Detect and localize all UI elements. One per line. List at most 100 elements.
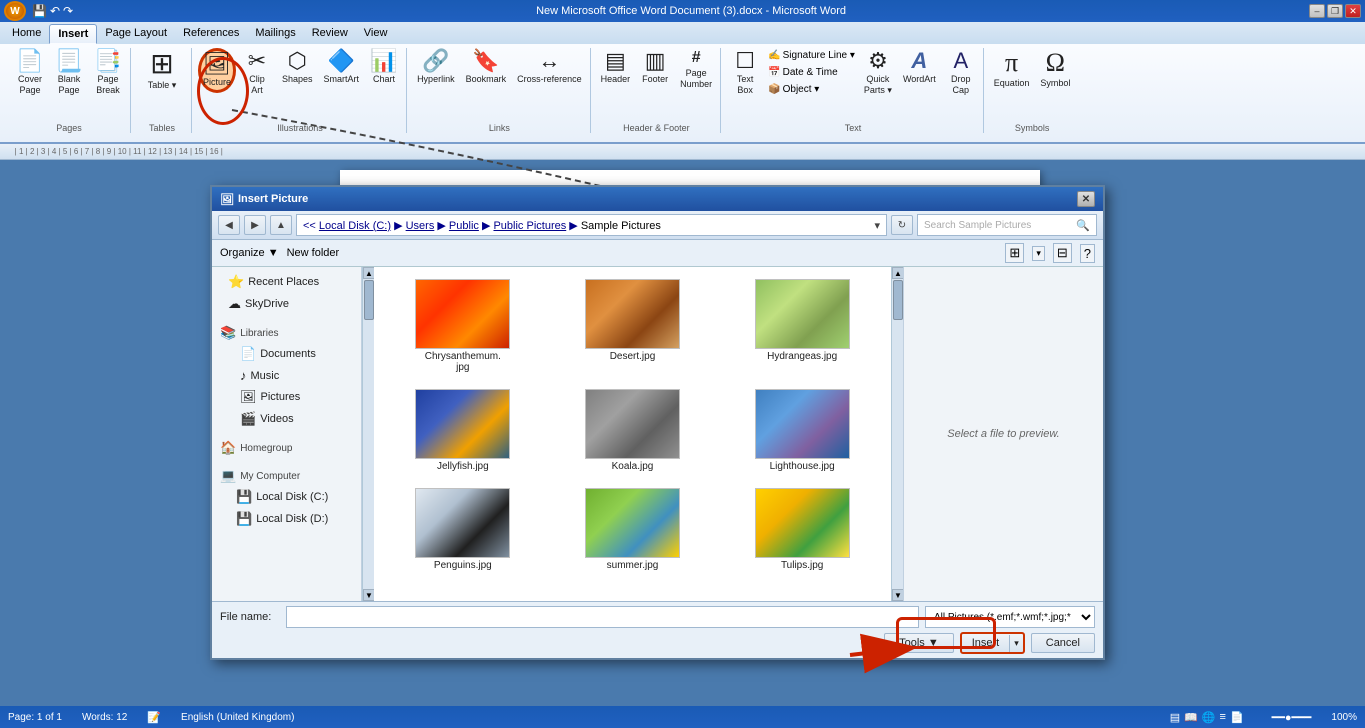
footer-button[interactable]: ▥ Footer — [637, 48, 673, 87]
view-dropdown-button[interactable]: ▾ — [1032, 246, 1045, 261]
symbol-button[interactable]: Ω Symbol — [1036, 48, 1074, 91]
smartart-button[interactable]: 🔷 SmartArt — [320, 48, 364, 87]
refresh-button[interactable]: ↻ — [891, 215, 913, 235]
sidebar-scrollbar[interactable]: ▲ ▼ — [362, 267, 374, 601]
header-button[interactable]: ▤ Header — [597, 48, 635, 87]
cancel-button[interactable]: Cancel — [1031, 633, 1095, 653]
shapes-icon: ⬡ — [288, 50, 307, 72]
forward-button[interactable]: ▶ — [244, 215, 266, 235]
sidebar-recent-places[interactable]: ⭐ Recent Places — [212, 271, 361, 293]
sidebar-libraries[interactable]: 📚 Libraries — [212, 321, 361, 343]
equation-button[interactable]: π Equation — [990, 48, 1034, 91]
file-summer[interactable]: summer.jpg — [552, 484, 714, 575]
help-button[interactable]: ? — [1080, 244, 1095, 263]
signature-line-button[interactable]: ✍ Signature Line ▾ — [766, 48, 857, 63]
outline-button[interactable]: ≡ — [1220, 711, 1226, 724]
view-toggle-button[interactable]: ⊞ — [1005, 243, 1024, 263]
page-number-button[interactable]: # PageNumber — [676, 48, 716, 92]
object-button[interactable]: 📦 Object ▾ — [766, 82, 857, 97]
close-button[interactable]: ✕ — [1345, 4, 1361, 18]
file-koala[interactable]: Koala.jpg — [552, 385, 714, 476]
dialog-close-button[interactable]: ✕ — [1077, 191, 1095, 207]
homegroup-icon: 🏠 — [220, 440, 236, 456]
up-button[interactable]: ▲ — [270, 215, 292, 235]
menu-item-view[interactable]: View — [356, 24, 396, 44]
view-details-button[interactable]: ⊟ — [1053, 243, 1072, 263]
cross-reference-button[interactable]: ↔ Cross-reference — [513, 48, 586, 87]
page-break-button[interactable]: 📑 PageBreak — [90, 48, 126, 98]
quick-access-undo[interactable]: ↶ — [50, 4, 60, 18]
file-chrysanthemum[interactable]: Chrysanthemum.jpg — [382, 275, 544, 377]
zoom-slider[interactable]: ━━●━━━ — [1272, 711, 1312, 724]
file-tulips[interactable]: Tulips.jpg — [721, 484, 883, 575]
menu-item-home[interactable]: Home — [4, 24, 49, 44]
sidebar-homegroup[interactable]: 🏠 Homegroup — [212, 436, 361, 458]
new-folder-button[interactable]: New folder — [287, 247, 340, 259]
menu-item-references[interactable]: References — [175, 24, 247, 44]
address-dropdown-icon[interactable]: ▾ — [874, 219, 880, 232]
quick-access-redo[interactable]: ↷ — [63, 4, 73, 18]
clip-art-button[interactable]: ✂ ClipArt — [239, 48, 275, 98]
sidebar-local-disk-d[interactable]: 💾 Local Disk (D:) — [212, 508, 361, 530]
local-disk-d-label: Local Disk (D:) — [256, 513, 328, 525]
cover-page-button[interactable]: 📄 CoverPage — [12, 48, 48, 98]
file-hydrangeas[interactable]: Hydrangeas.jpg — [721, 275, 883, 377]
files-scrollbar[interactable]: ▲ ▼ — [891, 267, 903, 601]
sidebar-skydrive[interactable]: ☁ SkyDrive — [212, 293, 361, 315]
file-penguins[interactable]: Penguins.jpg — [382, 484, 544, 575]
tools-button[interactable]: Tools ▼ — [884, 633, 954, 653]
menu-item-mailings[interactable]: Mailings — [247, 24, 303, 44]
address-bar[interactable]: << Local Disk (C:) ▶ Users ▶ Public ▶ Pu… — [296, 214, 887, 236]
file-lighthouse[interactable]: Lighthouse.jpg — [721, 385, 883, 476]
summer-name: summer.jpg — [607, 560, 659, 571]
insert-button[interactable]: Insert — [962, 634, 1010, 652]
shapes-button[interactable]: ⬡ Shapes — [278, 48, 317, 87]
full-reading-button[interactable]: 📖 — [1184, 711, 1198, 724]
drop-cap-button[interactable]: A DropCap — [943, 48, 979, 98]
ribbon-group-header-footer: ▤ Header ▥ Footer # PageNumber Header & … — [593, 48, 722, 133]
sidebar-documents[interactable]: 📄 Documents — [212, 343, 361, 365]
insert-dropdown-button[interactable]: ▾ — [1009, 635, 1023, 652]
blank-page-button[interactable]: 📃 BlankPage — [51, 48, 87, 98]
sidebar-pictures[interactable]: 🖼 Pictures — [212, 386, 361, 408]
files-scroll-thumb[interactable] — [893, 280, 903, 320]
organize-button[interactable]: Organize ▼ — [220, 247, 279, 259]
search-input[interactable]: Search Sample Pictures 🔍 — [917, 214, 1097, 236]
draft-button[interactable]: 📄 — [1230, 711, 1244, 724]
sidebar-videos[interactable]: 🎬 Videos — [212, 408, 361, 430]
ribbon-group-symbols: π Equation Ω Symbol Symbols — [986, 48, 1079, 133]
quick-parts-button[interactable]: ⚙ QuickParts ▾ — [860, 48, 896, 98]
print-layout-button[interactable]: ▤ — [1170, 711, 1180, 724]
back-button[interactable]: ◀ — [218, 215, 240, 235]
scroll-thumb[interactable] — [364, 280, 374, 320]
restore-button[interactable]: ❐ — [1327, 4, 1343, 18]
ruler: | 1 | 2 | 3 | 4 | 5 | 6 | 7 | 8 | 9 | 10… — [0, 144, 1365, 160]
bookmark-icon: 🔖 — [472, 50, 499, 72]
web-layout-button[interactable]: 🌐 — [1202, 711, 1216, 724]
picture-button[interactable]: 🖼 Picture — [198, 48, 236, 93]
sidebar-local-disk-c[interactable]: 💾 Local Disk (C:) — [212, 486, 361, 508]
quick-access-save[interactable]: 💾 — [32, 4, 47, 18]
chart-button[interactable]: 📊 Chart — [366, 48, 402, 87]
filetype-select[interactable]: All Pictures (*.emf;*.wmf;*.jpg;* — [925, 606, 1095, 628]
text-box-button[interactable]: ☐ TextBox — [727, 48, 763, 98]
wordart-button[interactable]: A WordArt — [899, 48, 940, 87]
sidebar-my-computer[interactable]: 💻 My Computer — [212, 464, 361, 486]
menu-item-review[interactable]: Review — [304, 24, 356, 44]
ribbon-container: Home Insert Page Layout References Maili… — [0, 22, 1365, 144]
dialog-title-bar: 🖼 Insert Picture ✕ — [212, 187, 1103, 211]
menu-item-page-layout[interactable]: Page Layout — [97, 24, 175, 44]
ribbon-group-pages: 📄 CoverPage 📃 BlankPage 📑 PageBreak Page… — [8, 48, 131, 133]
minimize-button[interactable]: – — [1309, 4, 1325, 18]
menu-item-insert[interactable]: Insert — [49, 24, 97, 44]
filename-input[interactable] — [286, 606, 919, 628]
table-button[interactable]: ⊞ Table ▾ — [137, 48, 187, 93]
hyperlink-button[interactable]: 🔗 Hyperlink — [413, 48, 459, 87]
bookmark-button[interactable]: 🔖 Bookmark — [462, 48, 511, 87]
sidebar-music[interactable]: ♪ Music — [212, 365, 361, 386]
file-jellyfish[interactable]: Jellyfish.jpg — [382, 385, 544, 476]
file-desert[interactable]: Desert.jpg — [552, 275, 714, 377]
date-time-icon: 📅 — [768, 67, 780, 78]
recent-places-icon: ⭐ — [228, 274, 244, 290]
date-time-button[interactable]: 📅 Date & Time — [766, 65, 857, 80]
